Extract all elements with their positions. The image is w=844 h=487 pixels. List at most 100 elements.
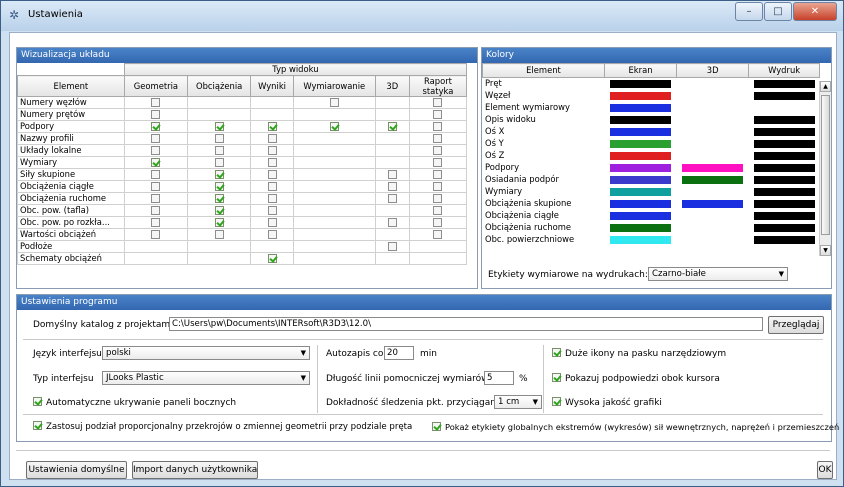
color-cell-screen[interactable] bbox=[603, 233, 678, 246]
viz-checkbox[interactable] bbox=[151, 206, 161, 215]
color-swatch[interactable] bbox=[610, 91, 672, 100]
color-cell-print[interactable] bbox=[748, 77, 820, 90]
viz-checkbox[interactable] bbox=[267, 170, 277, 179]
color-cell-screen[interactable] bbox=[603, 101, 678, 114]
color-swatch[interactable] bbox=[682, 199, 744, 208]
color-swatch[interactable] bbox=[610, 187, 672, 196]
checkbox-box[interactable] bbox=[33, 397, 42, 406]
hq-graphics-checkbox[interactable]: Wysoka jakość grafiki bbox=[552, 397, 662, 409]
scroll-up-icon[interactable]: ▲ bbox=[820, 81, 831, 92]
color-cell-screen[interactable] bbox=[603, 173, 678, 186]
viz-checkbox[interactable] bbox=[214, 158, 224, 167]
viz-checkbox[interactable] bbox=[214, 230, 224, 239]
viz-checkbox[interactable] bbox=[151, 230, 161, 239]
color-cell-screen[interactable] bbox=[603, 77, 678, 90]
viz-checkbox[interactable] bbox=[433, 146, 443, 155]
color-swatch[interactable] bbox=[610, 163, 672, 172]
viz-checkbox[interactable] bbox=[267, 158, 277, 167]
color-cell-print[interactable] bbox=[748, 101, 820, 114]
viz-checkbox[interactable] bbox=[151, 146, 161, 155]
color-swatch[interactable] bbox=[753, 163, 815, 172]
color-swatch[interactable] bbox=[610, 223, 672, 232]
color-swatch[interactable] bbox=[753, 115, 815, 124]
helper-line-input[interactable]: 5 bbox=[484, 371, 514, 385]
scroll-down-icon[interactable]: ▼ bbox=[820, 245, 831, 256]
viz-checkbox[interactable] bbox=[433, 230, 443, 239]
color-swatch[interactable] bbox=[610, 211, 672, 220]
color-swatch[interactable] bbox=[753, 211, 815, 220]
viz-checkbox[interactable] bbox=[151, 218, 161, 227]
ok-button[interactable]: OK bbox=[817, 461, 833, 479]
minimize-button[interactable]: – bbox=[735, 2, 763, 21]
color-cell-screen[interactable] bbox=[603, 161, 678, 174]
viz-checkbox[interactable] bbox=[387, 218, 397, 227]
color-cell-screen[interactable] bbox=[603, 197, 678, 210]
viz-checkbox[interactable] bbox=[387, 170, 397, 179]
checkbox-box[interactable] bbox=[552, 397, 561, 406]
viz-checkbox[interactable] bbox=[151, 158, 161, 167]
color-cell-d3[interactable] bbox=[676, 149, 750, 162]
checkbox-box[interactable] bbox=[552, 373, 561, 382]
viz-checkbox[interactable] bbox=[433, 170, 443, 179]
color-swatch[interactable] bbox=[682, 163, 744, 172]
default-dir-input[interactable]: C:\Users\pw\Documents\INTERsoft\R3D3\12.… bbox=[169, 317, 763, 331]
color-cell-screen[interactable] bbox=[603, 89, 678, 102]
interface-type-select[interactable]: JLooks Plastic ▼ bbox=[102, 371, 310, 385]
viz-checkbox[interactable] bbox=[214, 218, 224, 227]
color-cell-print[interactable] bbox=[748, 125, 820, 138]
viz-checkbox[interactable] bbox=[433, 134, 443, 143]
viz-checkbox[interactable] bbox=[267, 230, 277, 239]
viz-checkbox[interactable] bbox=[267, 254, 277, 263]
color-cell-print[interactable] bbox=[748, 185, 820, 198]
viz-checkbox[interactable] bbox=[267, 134, 277, 143]
color-cell-print[interactable] bbox=[748, 149, 820, 162]
viz-checkbox[interactable] bbox=[214, 194, 224, 203]
viz-checkbox[interactable] bbox=[433, 194, 443, 203]
viz-checkbox[interactable] bbox=[433, 182, 443, 191]
color-cell-d3[interactable] bbox=[676, 89, 750, 102]
color-cell-d3[interactable] bbox=[676, 185, 750, 198]
color-swatch[interactable] bbox=[753, 127, 815, 136]
color-cell-d3[interactable] bbox=[676, 233, 750, 246]
viz-checkbox[interactable] bbox=[329, 98, 339, 107]
viz-checkbox[interactable] bbox=[387, 242, 397, 251]
viz-checkbox[interactable] bbox=[214, 206, 224, 215]
maximize-button[interactable]: □ bbox=[764, 2, 792, 21]
viz-checkbox[interactable] bbox=[151, 122, 161, 131]
show-hints-checkbox[interactable]: Pokazuj podpowiedzi obok kursora bbox=[552, 373, 720, 385]
color-cell-print[interactable] bbox=[748, 209, 820, 222]
scroll-thumb[interactable] bbox=[821, 95, 830, 235]
big-icons-checkbox[interactable]: Duże ikony na pasku narzędziowym bbox=[552, 348, 726, 360]
color-cell-screen[interactable] bbox=[603, 113, 678, 126]
color-cell-d3[interactable] bbox=[676, 137, 750, 150]
viz-checkbox[interactable] bbox=[151, 110, 161, 119]
viz-checkbox[interactable] bbox=[387, 194, 397, 203]
color-swatch[interactable] bbox=[610, 127, 672, 136]
color-cell-print[interactable] bbox=[748, 233, 820, 246]
language-select[interactable]: polski ▼ bbox=[102, 346, 310, 360]
color-cell-screen[interactable] bbox=[603, 137, 678, 150]
color-swatch[interactable] bbox=[610, 103, 672, 112]
color-cell-print[interactable] bbox=[748, 137, 820, 150]
restore-defaults-button[interactable]: Ustawienia domyślne bbox=[26, 461, 127, 479]
color-cell-d3[interactable] bbox=[676, 101, 750, 114]
viz-checkbox[interactable] bbox=[151, 194, 161, 203]
color-cell-print[interactable] bbox=[748, 161, 820, 174]
viz-checkbox[interactable] bbox=[267, 218, 277, 227]
close-button[interactable]: ✕ bbox=[793, 2, 837, 21]
color-cell-d3[interactable] bbox=[676, 209, 750, 222]
color-cell-d3[interactable] bbox=[676, 173, 750, 186]
checkbox-box[interactable] bbox=[432, 422, 441, 431]
checkbox-box[interactable] bbox=[33, 421, 42, 430]
viz-checkbox[interactable] bbox=[214, 170, 224, 179]
color-cell-screen[interactable] bbox=[603, 149, 678, 162]
color-swatch[interactable] bbox=[610, 199, 672, 208]
viz-checkbox[interactable] bbox=[387, 182, 397, 191]
checkbox-box[interactable] bbox=[552, 348, 561, 357]
color-cell-screen[interactable] bbox=[603, 185, 678, 198]
color-swatch[interactable] bbox=[610, 175, 672, 184]
viz-checkbox[interactable] bbox=[151, 98, 161, 107]
color-swatch[interactable] bbox=[753, 79, 815, 88]
viz-checkbox[interactable] bbox=[267, 206, 277, 215]
viz-checkbox[interactable] bbox=[267, 194, 277, 203]
